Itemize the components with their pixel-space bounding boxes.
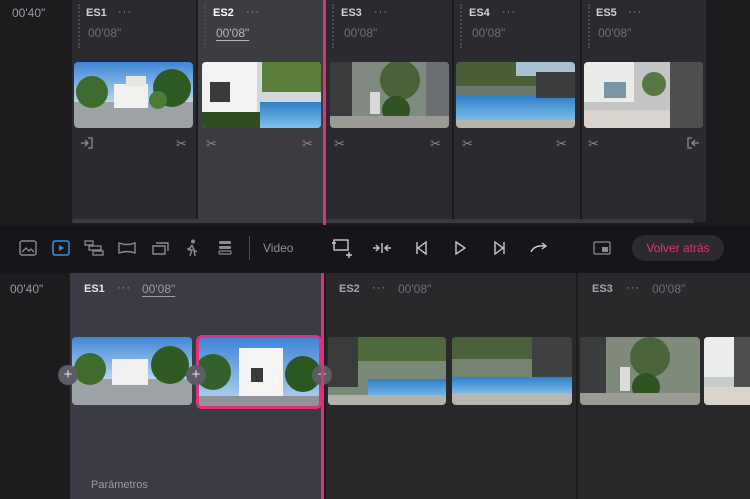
top-timeline: 00'40" ES1 ··· 00'08" ES2 ··· 00'08" ES3…: [0, 0, 750, 225]
clip-thumbnail-es1[interactable]: [74, 62, 193, 128]
scissors-icon[interactable]: ✂: [334, 136, 345, 152]
layers-icon[interactable]: [82, 236, 106, 260]
segment-name-es2: ES2: [213, 7, 234, 19]
segment-duration-es4[interactable]: 00'08": [472, 26, 505, 40]
scissors-icon[interactable]: ✂: [556, 136, 567, 152]
segment-duration-es1[interactable]: 00'08": [88, 26, 121, 40]
scissors-icon[interactable]: ✂: [206, 136, 217, 152]
scissors-icon[interactable]: ✂: [176, 136, 187, 152]
skip-back-icon[interactable]: [409, 236, 433, 260]
segment-menu-es3[interactable]: ···: [626, 282, 640, 294]
clip-thumbnail[interactable]: [580, 337, 700, 405]
top-time-label: 00'40": [12, 6, 46, 20]
dotted-divider: [460, 4, 462, 48]
horizontal-scrollbar[interactable]: [72, 219, 694, 223]
bottom-timeline: 00'40" ES1 ··· 00'08" ES2 ··· 00'08" ES3…: [0, 273, 750, 499]
segment-menu-es4[interactable]: ···: [502, 6, 516, 18]
add-clip-icon[interactable]: [330, 236, 354, 260]
dotted-divider: [332, 4, 334, 48]
add-clip-button[interactable]: +: [58, 365, 78, 385]
clip-thumbnail[interactable]: [704, 337, 750, 405]
dotted-divider: [78, 4, 80, 48]
scissors-icon[interactable]: ✂: [588, 136, 599, 152]
segment-menu-es2[interactable]: ···: [372, 282, 386, 294]
video-play-icon[interactable]: [49, 236, 73, 260]
back-button[interactable]: Volver atrás: [632, 235, 724, 261]
add-clip-button[interactable]: +: [186, 365, 206, 385]
segment-name-es2: ES2: [339, 283, 360, 295]
clip-thumbnail-es2[interactable]: [202, 62, 321, 128]
toolbar-divider: [249, 236, 250, 260]
redo-icon[interactable]: [528, 236, 552, 260]
stack-icon[interactable]: [213, 236, 237, 260]
playhead[interactable]: [323, 0, 326, 225]
segment-duration-es3[interactable]: 00'08": [344, 26, 377, 40]
play-icon[interactable]: [448, 236, 472, 260]
segment-name-es1: ES1: [84, 283, 105, 295]
scissors-icon[interactable]: ✂: [430, 136, 441, 152]
segment-menu-es1[interactable]: ···: [117, 282, 131, 294]
clip-thumbnail-es4[interactable]: [456, 62, 575, 128]
scissors-icon[interactable]: ✂: [302, 136, 313, 152]
toolbar: Video Volver atrás: [0, 225, 750, 273]
clip-thumbnail-es3[interactable]: [330, 62, 449, 128]
clip-thumbnail[interactable]: [328, 337, 446, 405]
segment-menu-es2[interactable]: ···: [246, 6, 260, 18]
clip-thumbnail-selected[interactable]: [196, 335, 322, 409]
segment-menu-es3[interactable]: ···: [374, 6, 388, 18]
segment-name-es4: ES4: [469, 7, 490, 19]
segment-duration-es2[interactable]: 00'08": [216, 26, 249, 40]
segment-name-es1: ES1: [86, 7, 107, 19]
panorama-icon[interactable]: [115, 236, 139, 260]
skip-forward-icon[interactable]: [488, 236, 512, 260]
clip-thumbnail[interactable]: [452, 337, 572, 405]
segment-duration-es1[interactable]: 00'08": [142, 282, 175, 296]
segment-name-es3: ES3: [592, 283, 613, 295]
walk-icon[interactable]: [180, 236, 204, 260]
dotted-divider: [204, 4, 206, 48]
video-label: Video: [263, 241, 294, 255]
picture-in-picture-icon[interactable]: [590, 236, 614, 260]
gallery-icon[interactable]: [148, 236, 172, 260]
segment-name-es3: ES3: [341, 7, 362, 19]
segment-name-es5: ES5: [596, 7, 617, 19]
dotted-divider: [588, 4, 590, 48]
bottom-time-label: 00'40": [10, 282, 44, 296]
clip-thumbnail-es5[interactable]: [584, 62, 703, 128]
segment-menu-es1[interactable]: ···: [118, 6, 132, 18]
exit-door-icon[interactable]: [686, 136, 700, 155]
playhead[interactable]: [321, 273, 324, 499]
exit-door-icon[interactable]: [80, 136, 94, 155]
image-icon[interactable]: [16, 236, 40, 260]
merge-icon[interactable]: [370, 236, 394, 260]
segment-duration-es5[interactable]: 00'08": [598, 26, 631, 40]
segment-duration-es2[interactable]: 00'08": [398, 282, 431, 296]
scissors-icon[interactable]: ✂: [462, 136, 473, 152]
segment-duration-es3[interactable]: 00'08": [652, 282, 685, 296]
segment-menu-es5[interactable]: ···: [628, 6, 642, 18]
params-label[interactable]: Parámetros: [91, 479, 148, 491]
clip-thumbnail[interactable]: [72, 337, 192, 405]
